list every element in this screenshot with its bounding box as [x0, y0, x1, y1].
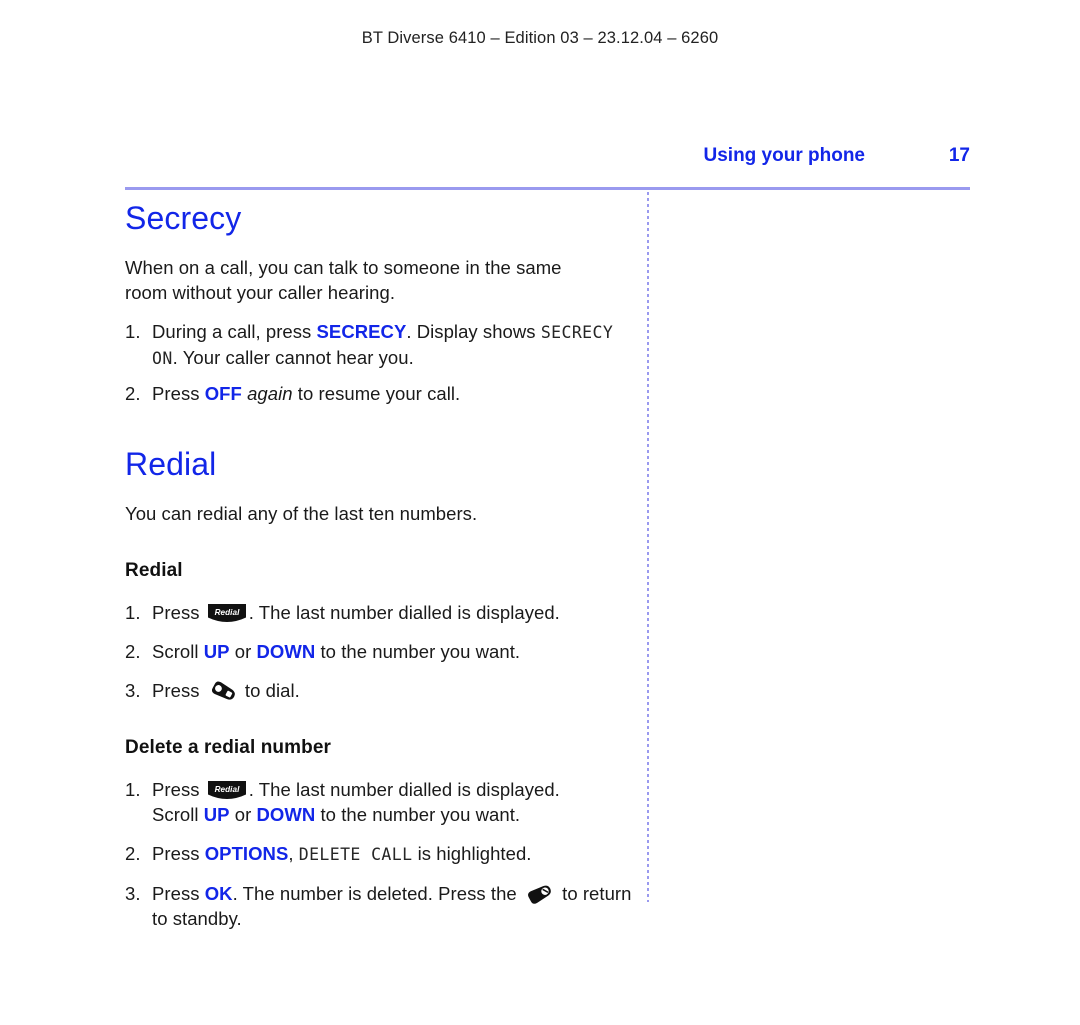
- step-text-b: . The last number dialled is displayed.: [248, 602, 560, 623]
- page-header: Using your phone 17: [125, 145, 971, 175]
- step-text-line2: to standby.: [152, 908, 242, 929]
- softkey-label-secrecy: SECRECY: [316, 321, 407, 342]
- display-text-secrecy: SECRECY: [540, 323, 614, 342]
- list-item: 1. Press Redial . The last number dialled…: [125, 777, 640, 827]
- list-item: 1. During a call, press SECRECY. Display …: [125, 319, 640, 371]
- step-text-b: . The last number dialled is displayed.: [248, 779, 560, 800]
- page-number: 17: [948, 145, 970, 166]
- subsection-heading-redial: Redial: [125, 560, 183, 581]
- list-item: 3. Press OK. The number is deleted. Press…: [125, 881, 640, 931]
- softkey-label-down: DOWN: [256, 804, 316, 825]
- step-text-b: or: [229, 641, 257, 662]
- secrecy-steps-list: 1. During a call, press SECRECY. Display …: [125, 319, 640, 406]
- section-heading-redial: Redial: [125, 446, 217, 482]
- step-text-c: to the number you want.: [315, 641, 521, 662]
- step-text-c: is highlighted.: [412, 843, 532, 864]
- step-text-line2-b: or: [229, 804, 257, 825]
- running-head: BT Diverse 6410 – Edition 03 – 23.12.04 …: [361, 29, 719, 47]
- step-text-a: Press: [152, 779, 205, 800]
- step-text-b: ,: [288, 843, 299, 864]
- list-item: 1. Press Redial . The last number dialled…: [125, 600, 640, 625]
- softkey-label-options: OPTIONS: [204, 843, 289, 864]
- column-divider-dotted-rule: [647, 192, 649, 902]
- step-number: 2.: [125, 843, 141, 864]
- list-item: 2. Press OPTIONS, DELETE CALL is highligh…: [125, 841, 640, 867]
- step-text-a: During a call, press: [152, 321, 317, 342]
- step-text-line2-c: to the number you want.: [315, 804, 521, 825]
- step-number: 3.: [125, 883, 141, 904]
- step-number: 2.: [125, 383, 141, 404]
- step-text-a: Press: [152, 843, 205, 864]
- step-text-a: Press: [152, 680, 205, 701]
- delete-redial-steps-list: 1. Press Redial . The last number dialled…: [125, 777, 640, 931]
- step-text-c: to return: [556, 883, 632, 904]
- step-number: 1.: [125, 602, 141, 623]
- list-item: 2. Press OFF again to resume your call.: [125, 381, 640, 406]
- step-number: 1.: [125, 321, 141, 342]
- talk-key-icon: [208, 681, 238, 703]
- redial-steps-list: 1. Press Redial . The last number dialled…: [125, 600, 640, 703]
- step-text-b: to dial.: [239, 680, 300, 701]
- header-divider-rule: [125, 187, 970, 190]
- section-title: Using your phone: [703, 145, 866, 166]
- step-text-b: . The number is deleted. Press the: [232, 883, 522, 904]
- svg-text:Redial: Redial: [214, 785, 240, 794]
- section-heading-secrecy: Secrecy: [125, 200, 242, 236]
- redial-key-icon: Redial: [207, 780, 247, 801]
- step-text-a: Scroll: [152, 641, 204, 662]
- secrecy-intro-line1: When on a call, you can talk to someone …: [125, 257, 562, 278]
- subsection-heading-delete-a-redial-number: Delete a redial number: [125, 737, 331, 758]
- secrecy-intro-paragraph: When on a call, you can talk to someone …: [125, 255, 640, 305]
- step-number: 2.: [125, 641, 141, 662]
- end-call-key-icon: [525, 884, 555, 906]
- redial-key-icon: Redial: [207, 603, 247, 624]
- step-text-b: . Display shows: [406, 321, 541, 342]
- softkey-label-up: UP: [203, 641, 230, 662]
- step-number: 1.: [125, 779, 141, 800]
- content-column: Secrecy When on a call, you can talk to …: [125, 200, 640, 931]
- softkey-label-up: UP: [203, 804, 230, 825]
- step-text-c: to resume your call.: [292, 383, 461, 404]
- softkey-label-down: DOWN: [256, 641, 316, 662]
- svg-text:Redial: Redial: [214, 608, 240, 617]
- redial-intro-paragraph: You can redial any of the last ten numbe…: [125, 503, 478, 524]
- emphasis-again: again: [247, 383, 293, 404]
- step-text-line2-a: Scroll: [152, 804, 204, 825]
- step-number: 3.: [125, 680, 141, 701]
- softkey-label-ok: OK: [204, 883, 233, 904]
- step-text-a: Press: [152, 602, 205, 623]
- list-item: 3. Press to dial.: [125, 678, 640, 703]
- step-text-a: Press: [152, 383, 205, 404]
- secrecy-intro-line2: room without your caller hearing.: [125, 282, 396, 303]
- display-text-on: ON: [152, 349, 173, 368]
- softkey-label-off: OFF: [204, 383, 242, 404]
- step-text-a: Press: [152, 883, 205, 904]
- list-item: 2. Scroll UP or DOWN to the number you wa…: [125, 639, 640, 664]
- display-text-delete-call: DELETE CALL: [298, 845, 413, 864]
- step-text-d: . Your caller cannot hear you.: [172, 347, 414, 368]
